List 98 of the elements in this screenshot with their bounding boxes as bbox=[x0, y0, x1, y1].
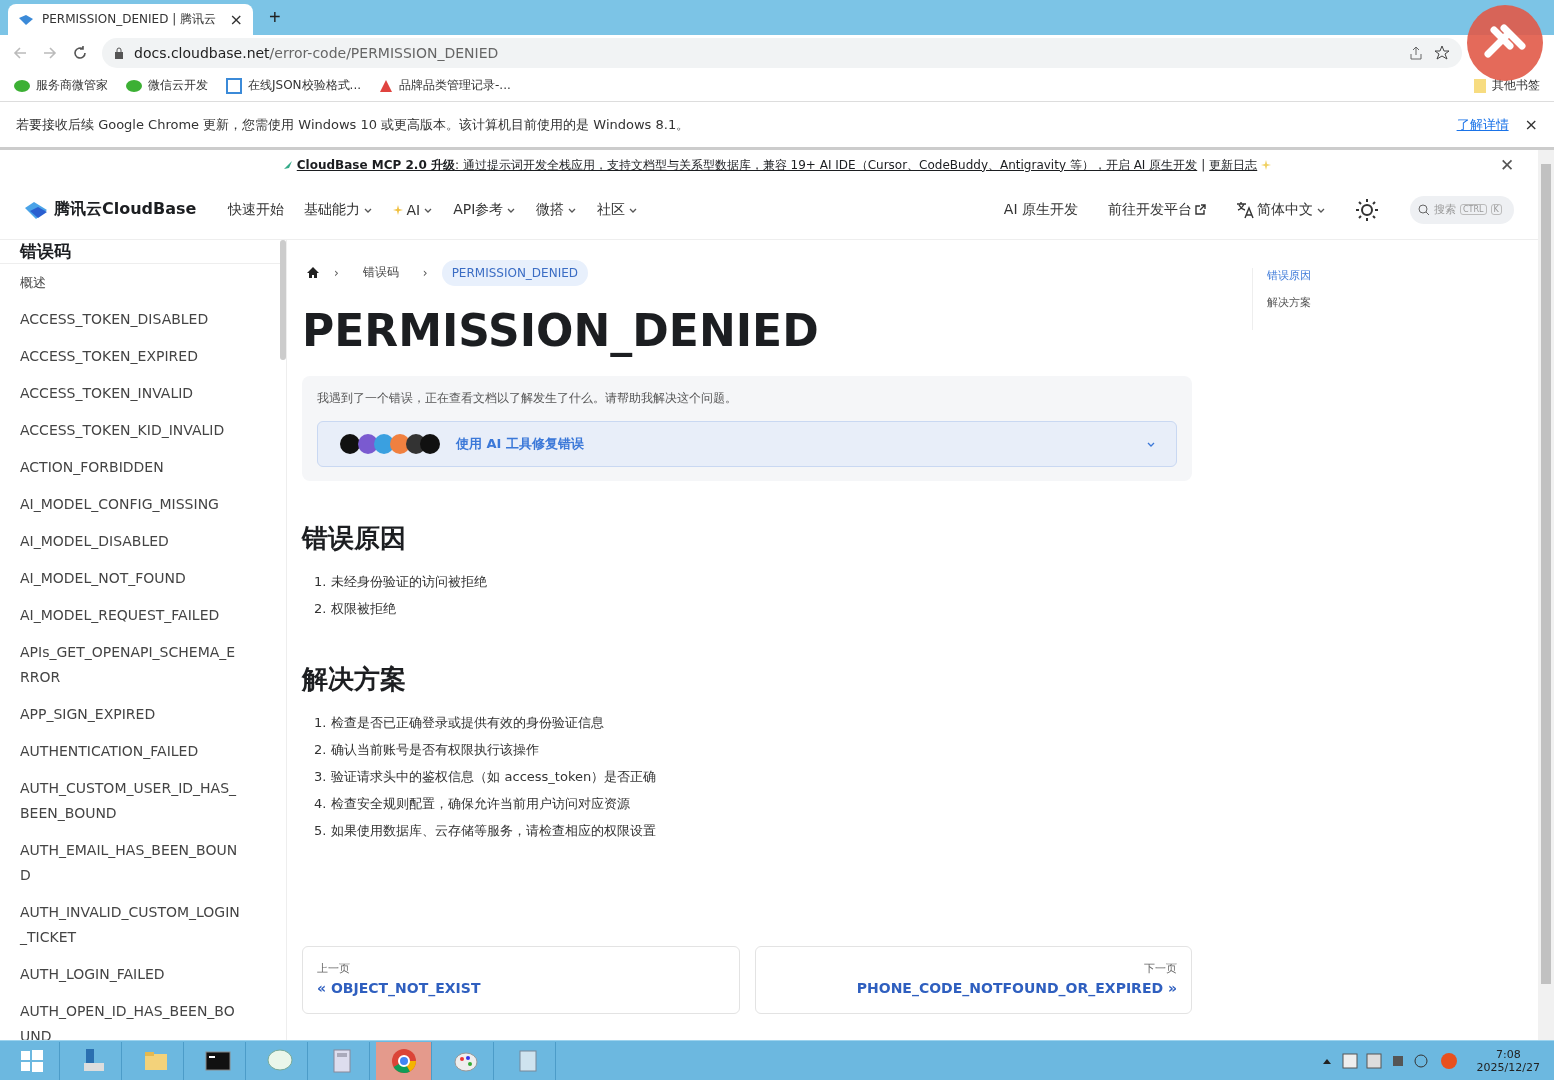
nav-item[interactable]: AI 原生开发 bbox=[1003, 200, 1078, 219]
sidebar-item[interactable]: APP_SIGN_EXPIRED bbox=[0, 696, 262, 733]
list-number: 1. bbox=[314, 573, 327, 591]
update-notice: 若要接收后续 Google Chrome 更新，您需使用 Windows 10 或更高版本。该计算机目前使用的是 Windows 8.1。 bbox=[16, 115, 691, 134]
chat-bubble-icon bbox=[126, 78, 142, 93]
chat-bubble-icon bbox=[14, 78, 30, 93]
sidebar-item[interactable]: 概述 bbox=[0, 264, 262, 301]
list-item: 如果使用数据库、云存储等服务，请检查相应的权限设置 bbox=[331, 822, 657, 840]
page-title: PERMISSION_DENIED bbox=[302, 305, 820, 356]
toc-link[interactable]: 解决方案 bbox=[1267, 295, 1311, 310]
folder-icon bbox=[1474, 78, 1486, 93]
close-button[interactable]: ✕ bbox=[1494, 154, 1520, 177]
list-number: 4. bbox=[314, 795, 327, 813]
sparkle-icon bbox=[1261, 160, 1272, 170]
sidebar-item[interactable]: ACCESS_TOKEN_DISABLED bbox=[0, 301, 262, 338]
nav-item[interactable]: 社区 bbox=[597, 200, 639, 219]
translate-icon bbox=[1236, 200, 1254, 219]
sidebar-item[interactable]: AUTH_CUSTOM_USER_ID_HAS_BEEN_BOUND bbox=[0, 770, 262, 832]
share-icon[interactable] bbox=[1408, 44, 1424, 61]
nav-item[interactable]: 快速开始 bbox=[228, 200, 285, 219]
sidebar-item[interactable]: ACCESS_TOKEN_EXPIRED bbox=[0, 338, 262, 375]
star-icon[interactable] bbox=[1434, 44, 1450, 61]
list-item: 权限被拒绝 bbox=[331, 600, 397, 618]
chrome-icon bbox=[389, 1046, 418, 1075]
bookmark[interactable]: 品牌品类管理记录-... bbox=[379, 77, 511, 94]
list-number: 2. bbox=[314, 741, 327, 759]
sidebar-item[interactable]: AUTH_LOGIN_FAILED bbox=[0, 956, 262, 993]
external-link-icon bbox=[1195, 204, 1206, 215]
sidebar-item[interactable]: AI_MODEL_NOT_FOUND bbox=[0, 560, 262, 597]
list-item: 未经身份验证的访问被拒绝 bbox=[331, 573, 488, 591]
bookmark[interactable]: 服务商微管家 bbox=[14, 77, 108, 94]
sidebar-item[interactable]: APIs_GET_OPENAPI_SCHEMA_ERROR bbox=[0, 634, 262, 696]
forward-icon[interactable] bbox=[42, 44, 58, 61]
lock-icon bbox=[114, 46, 124, 59]
site-logo[interactable]: 腾讯云CloudBase bbox=[54, 199, 197, 220]
section-heading: 错误原因 bbox=[302, 522, 407, 555]
ai-prompt-text: 我遇到了一个错误，正在查看文档以了解发生了什么。请帮助我解决这个问题。 bbox=[317, 390, 738, 407]
keyboard-key: CTRL bbox=[1460, 204, 1487, 215]
list-item: 检查安全规则配置，确保允许当前用户访问对应资源 bbox=[331, 795, 631, 813]
triangle-icon bbox=[379, 78, 394, 93]
bookmark[interactable]: 在线JSON校验格式... bbox=[226, 77, 362, 94]
rocket-icon bbox=[282, 160, 293, 170]
list-number: 3. bbox=[314, 768, 327, 786]
search-icon bbox=[1418, 203, 1430, 216]
list-number: 1. bbox=[314, 714, 327, 732]
back-icon[interactable] bbox=[12, 44, 28, 61]
sparkle-icon bbox=[393, 204, 404, 215]
sidebar-item[interactable]: AI_MODEL_CONFIG_MISSING bbox=[0, 486, 262, 523]
previous-page-card[interactable]: 上一页 « OBJECT_NOT_EXIST bbox=[302, 946, 740, 1014]
keyboard-key: K bbox=[1490, 204, 1502, 215]
breadcrumb[interactable]: PERMISSION_DENIED bbox=[441, 259, 589, 286]
sidebar-item[interactable]: AI_MODEL_REQUEST_FAILED bbox=[0, 597, 262, 634]
nav-item[interactable]: 简体中文 bbox=[1236, 200, 1326, 219]
address-bar[interactable]: docs.cloudbase.net/error-code/PERMISSION_DENIED bbox=[102, 37, 1462, 68]
list-item: 确认当前账号是否有权限执行该操作 bbox=[331, 741, 540, 759]
sidebar-item[interactable]: AUTH_EMAIL_HAS_BEEN_BOUND bbox=[0, 832, 262, 894]
sidebar-item[interactable]: AI_MODEL_DISABLED bbox=[0, 523, 262, 560]
nav-item[interactable]: AI bbox=[393, 201, 434, 218]
nav-item[interactable]: 基础能力 bbox=[304, 200, 374, 219]
sidebar-item[interactable]: AUTH_INVALID_CUSTOM_LOGIN_TICKET bbox=[0, 894, 262, 956]
home-icon[interactable] bbox=[306, 266, 320, 279]
scrollbar-thumb[interactable] bbox=[280, 240, 286, 360]
bookmark[interactable]: 微信云开发 bbox=[126, 77, 208, 94]
changelog-link[interactable]: 更新日志 bbox=[1209, 156, 1258, 174]
cloud-logo-icon bbox=[18, 13, 34, 26]
cloudbase-logo-icon bbox=[24, 199, 48, 220]
sidebar-item[interactable]: ACTION_FORBIDDEN bbox=[0, 449, 262, 486]
tab-close-button[interactable]: × bbox=[229, 10, 243, 29]
sidebar-item[interactable]: ACCESS_TOKEN_KID_INVALID bbox=[0, 412, 262, 449]
toc-link[interactable]: 错误原因 bbox=[1267, 268, 1311, 283]
nav-item[interactable]: API参考 bbox=[453, 200, 517, 219]
list-item: 验证请求头中的鉴权信息（如 access_token）是否正确 bbox=[331, 768, 657, 786]
bookmark-folder[interactable]: 其他书签 bbox=[1474, 77, 1540, 94]
breadcrumb-separator: › bbox=[334, 265, 339, 280]
nav-item[interactable]: 微搭 bbox=[536, 200, 578, 219]
new-tab-button[interactable]: + bbox=[263, 6, 287, 29]
next-page-card[interactable]: 下一页 PHONE_CODE_NOTFOUND_OR_EXPIRED » bbox=[754, 946, 1192, 1014]
breadcrumb[interactable]: 错误码 bbox=[352, 258, 409, 287]
sidebar-item[interactable]: ACCESS_TOKEN_INVALID bbox=[0, 375, 262, 412]
announcement-text[interactable]: CloudBase MCP 2.0 升级: 通过提示词开发全栈应用，支持文档型与关系型数据库，兼容 19+ AI IDE（Cursor、CodeBuddy、Antigravity 等），开启 AI 原生开发 bbox=[296, 156, 1198, 174]
section-heading: 解决方案 bbox=[302, 663, 407, 696]
url-text: docs.cloudbase.net/error-code/PERMISSION_DENIED bbox=[134, 44, 499, 61]
bracket-icon bbox=[226, 77, 242, 94]
reload-icon[interactable] bbox=[72, 44, 88, 61]
list-number: 2. bbox=[314, 600, 327, 618]
breadcrumb-separator: › bbox=[422, 265, 428, 280]
browser-tab[interactable]: PERMISSION_DENIED | 腾讯云 × bbox=[8, 4, 253, 35]
clock[interactable]: 7:08 2025/12/27 bbox=[1476, 1047, 1540, 1074]
list-number: 5. bbox=[314, 822, 327, 840]
sidebar-item[interactable]: AUTHENTICATION_FAILED bbox=[0, 733, 262, 770]
nav-item[interactable]: 前往开发平台 bbox=[1108, 200, 1206, 219]
list-item: 检查是否已正确登录或提供有效的身份验证信息 bbox=[331, 714, 605, 732]
sun-icon[interactable] bbox=[1356, 198, 1378, 221]
ai-fix-button[interactable]: 使用 AI 工具修复错误 bbox=[317, 421, 1177, 467]
scrollbar[interactable] bbox=[1538, 150, 1554, 1040]
separator: | bbox=[1201, 158, 1206, 172]
learn-more-link[interactable]: 了解详情 bbox=[1456, 115, 1509, 134]
close-button[interactable]: × bbox=[1524, 115, 1538, 134]
